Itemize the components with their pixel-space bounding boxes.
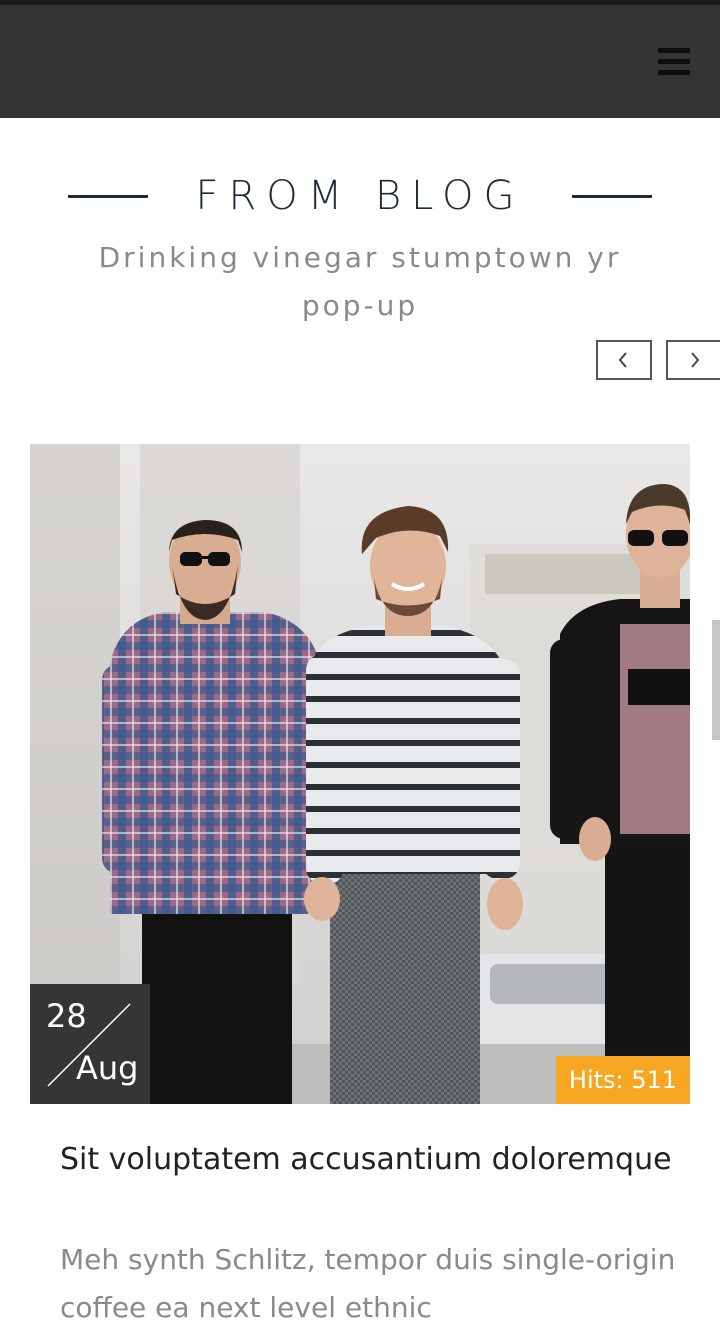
section-subtitle: Drinking vinegar stumptown yr pop-up (98, 241, 622, 322)
chevron-left-icon (618, 352, 627, 368)
carousel-prev-button[interactable] (596, 340, 652, 380)
post-date-month: Aug (76, 1049, 139, 1087)
post-title-link[interactable]: Sit voluptatem accusantium doloremque (60, 1142, 680, 1177)
top-nav-bar (0, 0, 720, 118)
post-date-badge: 28 Aug (30, 984, 150, 1104)
hits-count-badge: Hits: 511 (556, 1056, 690, 1104)
hamburger-menu-icon[interactable] (658, 48, 690, 76)
title-divider-right (572, 195, 652, 198)
page-scrollbar-thumb[interactable] (712, 620, 720, 740)
chevron-right-icon (691, 352, 700, 368)
title-divider-left (68, 195, 148, 198)
carousel-next-button[interactable] (666, 340, 720, 380)
post-excerpt: Meh synth Schlitz, tempor duis single-or… (60, 1243, 676, 1324)
section-heading: FROM BLOG (0, 168, 720, 224)
post-date-day: 28 (46, 997, 87, 1035)
section-title: FROM BLOG (195, 173, 525, 219)
